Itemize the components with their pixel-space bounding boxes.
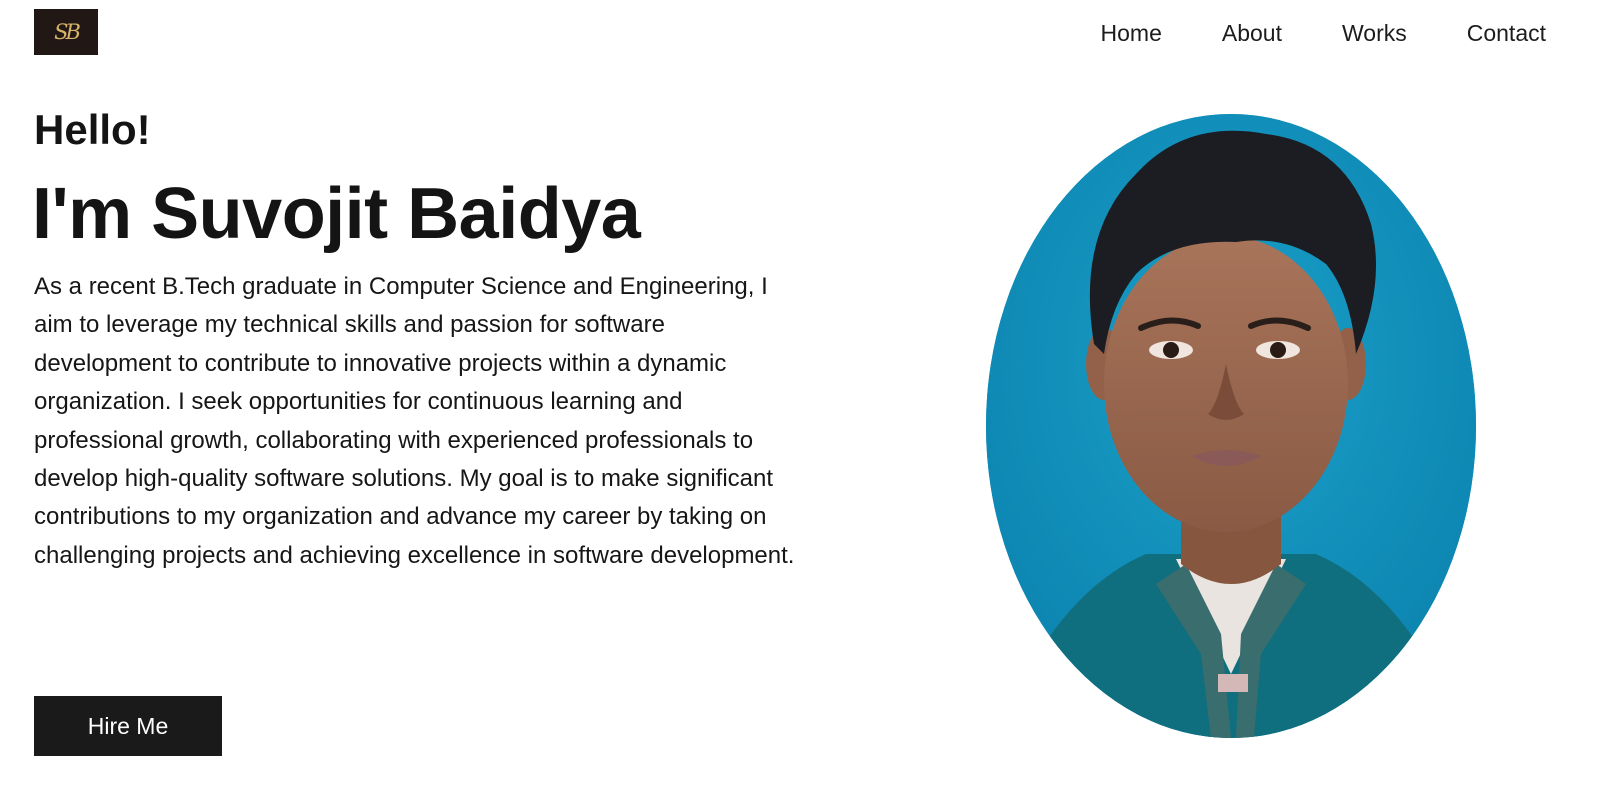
profile-photo-illustration: [986, 114, 1476, 738]
main-nav: Home About Works Contact: [1071, 17, 1546, 49]
profile-photo: [986, 114, 1476, 738]
nav-contact-link[interactable]: Contact: [1437, 17, 1546, 49]
nav-about-link[interactable]: About: [1192, 17, 1312, 49]
nav-works-link[interactable]: Works: [1312, 17, 1437, 49]
nav-home-link[interactable]: Home: [1071, 17, 1192, 49]
hero-bio-paragraph: As a recent B.Tech graduate in Computer …: [34, 273, 795, 569]
hero-greeting: Hello!: [34, 106, 151, 153]
hero-name-heading: I'm Suvojit Baidya: [32, 174, 641, 254]
hire-me-button[interactable]: Hire Me: [34, 696, 222, 756]
page: SB Home About Works Contact Hello! I'm S…: [0, 0, 1610, 790]
logo-monogram: SB: [54, 20, 81, 44]
site-logo[interactable]: SB: [34, 9, 98, 55]
